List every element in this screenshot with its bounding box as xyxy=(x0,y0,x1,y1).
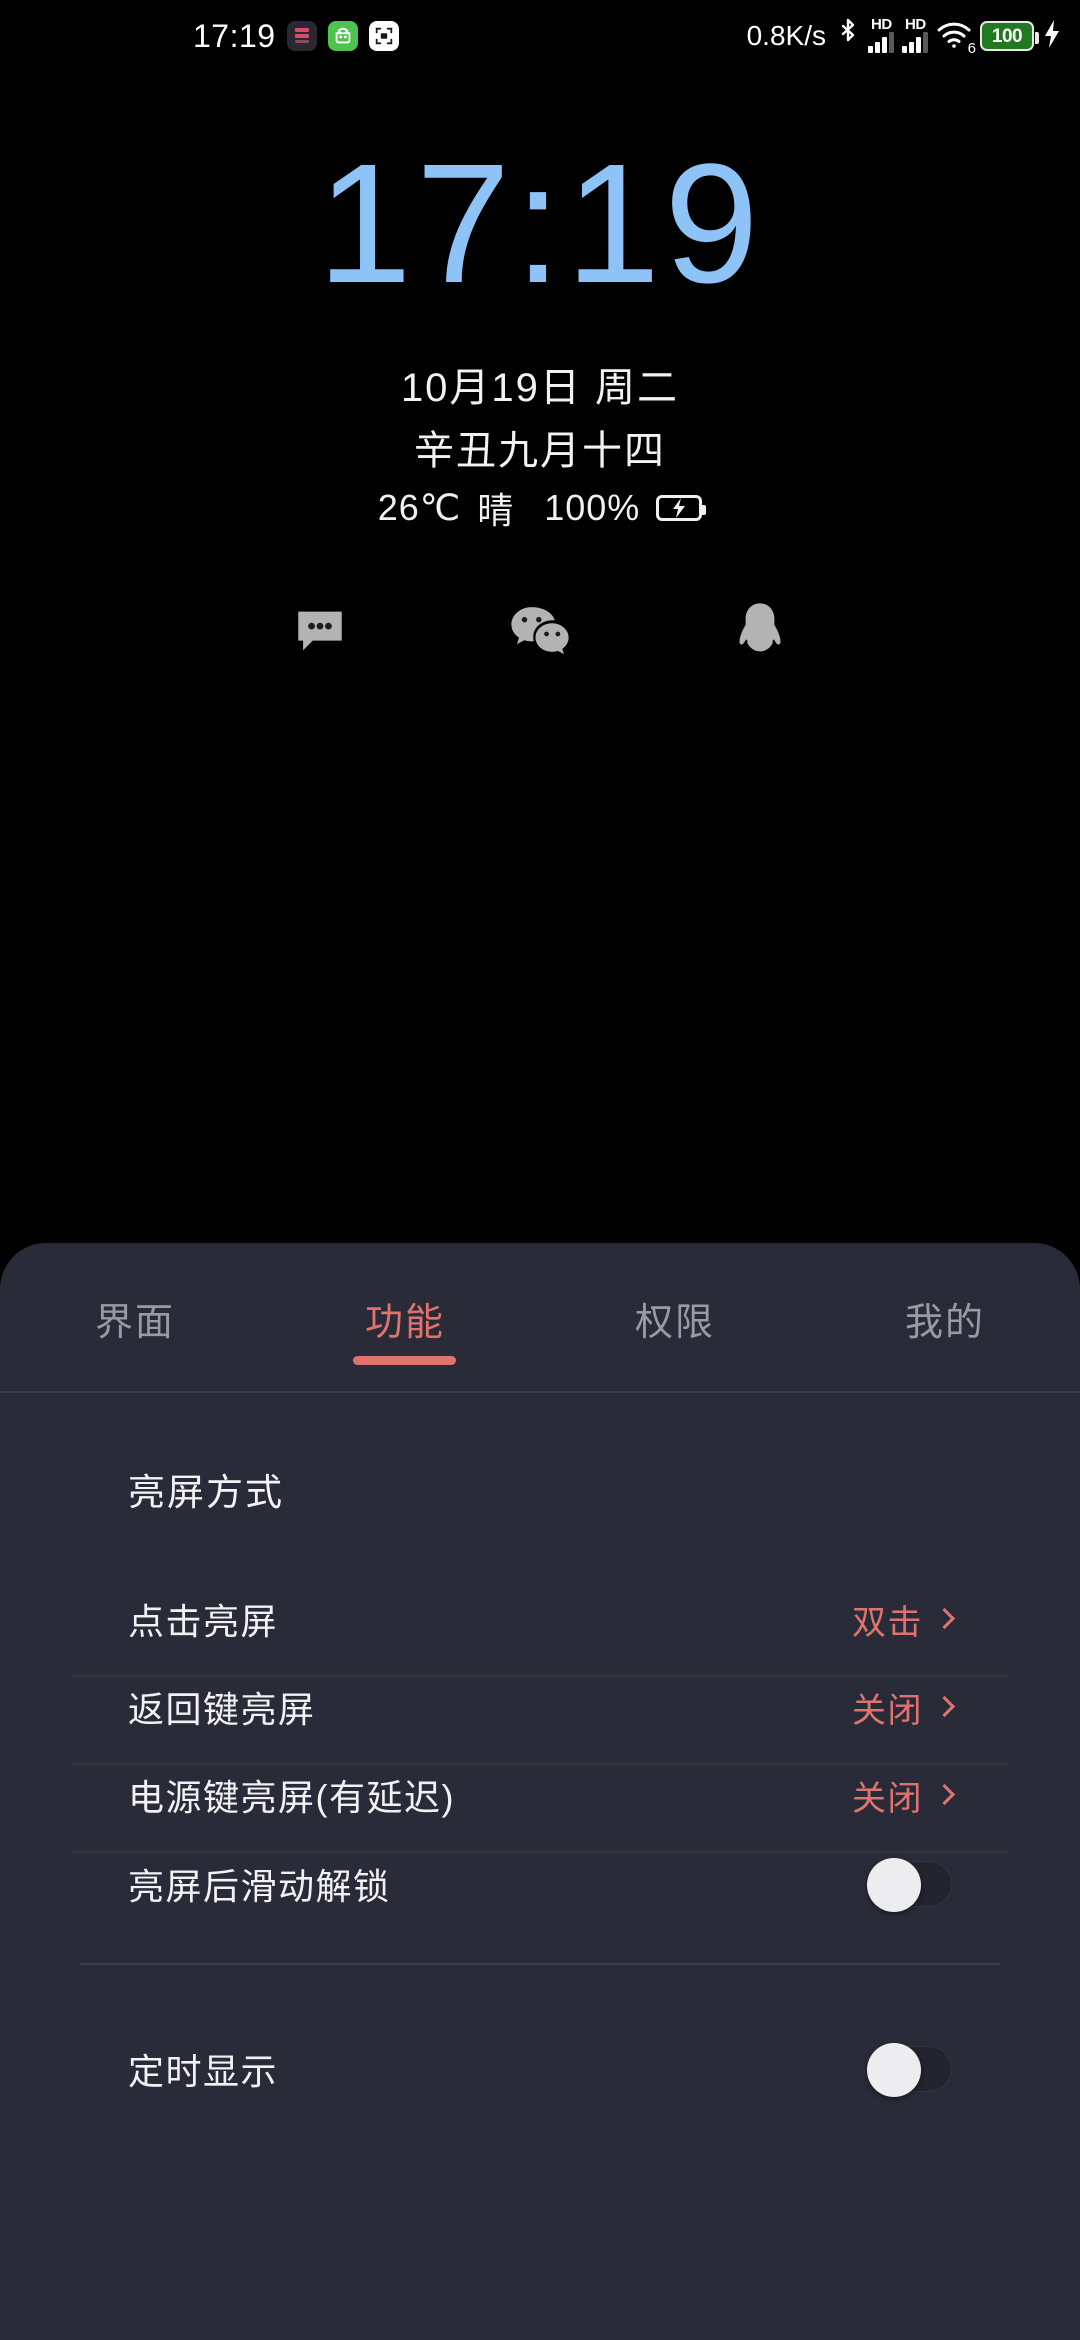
scanner-frame-icon xyxy=(368,21,399,51)
tab-mine[interactable]: 我的 xyxy=(810,1243,1080,1346)
row-divider xyxy=(72,1763,1008,1765)
charging-bolt-icon xyxy=(1042,18,1062,55)
tab-interface[interactable]: 界面 xyxy=(0,1243,270,1346)
weather-temperature: 26℃ xyxy=(377,487,462,528)
status-bar-right-cluster: 0.8K/s HD HD 6 100 xyxy=(747,0,1062,72)
row-value-text: 双击 xyxy=(852,1603,923,1642)
sim2-signal-icon: HD xyxy=(902,16,928,53)
toggle-knob xyxy=(867,2043,921,2097)
chevron-right-icon xyxy=(933,1607,956,1629)
wechat-icon[interactable] xyxy=(504,595,576,667)
row-label: 亮屏后滑动解锁 xyxy=(128,1866,391,1907)
battery-icon: 100 xyxy=(980,21,1039,51)
lockscreen-clock: 17:19 xyxy=(317,129,763,319)
row-value[interactable]: 双击 xyxy=(852,1595,956,1644)
tab-permissions[interactable]: 权限 xyxy=(540,1243,810,1346)
setting-row-4[interactable]: 亮屏后滑动解锁 xyxy=(0,1818,1080,1950)
row-value[interactable]: 关闭 xyxy=(852,1771,956,1820)
chevron-right-icon xyxy=(933,1695,956,1717)
android-robot-icon xyxy=(327,21,358,51)
row-label: 返回键亮屏 xyxy=(128,1689,316,1730)
lockscreen-lunar-date: 辛丑九月十四 xyxy=(414,429,666,473)
sim2-hd-label: HD xyxy=(905,16,926,33)
sim1-hd-label: HD xyxy=(871,16,892,33)
row-value-text: 关闭 xyxy=(852,1691,923,1730)
row-divider xyxy=(72,1851,1008,1853)
row-label: 电源键亮屏(有延迟) xyxy=(128,1777,455,1818)
toggle-switch[interactable] xyxy=(867,2043,952,2097)
battery-percent-label: 100 xyxy=(991,25,1023,47)
row-value-text: 关闭 xyxy=(852,1779,923,1818)
tab-bar-divider xyxy=(0,1391,1080,1393)
row-divider xyxy=(72,1675,1008,1677)
network-speed-text: 0.8K/s xyxy=(746,20,826,51)
lockscreen-weather-battery-line: 26℃ 晴 100% xyxy=(0,482,1080,534)
row-value[interactable]: 关闭 xyxy=(852,1683,956,1732)
toggle-switch[interactable] xyxy=(867,1858,952,1912)
bluetooth-icon xyxy=(836,17,860,56)
weather-description: 晴 xyxy=(477,490,515,531)
active-tab-indicator xyxy=(353,1356,456,1365)
toggle-knob xyxy=(867,1858,921,1912)
row-divider xyxy=(80,1963,1000,1965)
status-bar-left-cluster: 17:19 xyxy=(193,0,399,72)
widget-clock-icon xyxy=(286,21,317,51)
section-title-screen-wake-method: 亮屏方式 xyxy=(128,1472,284,1513)
setting-row-5[interactable]: 定时显示 xyxy=(0,2003,1080,2135)
sim1-signal-icon: HD xyxy=(868,16,894,53)
row-label: 定时显示 xyxy=(128,2051,279,2092)
status-bar: 17:19 0.8K/s HD HD 6 100 xyxy=(0,0,1080,72)
lockscreen-battery-charging-icon xyxy=(656,495,707,521)
chevron-right-icon xyxy=(933,1783,956,1805)
lockscreen-battery-text: 100% xyxy=(544,487,641,528)
lockscreen-date: 10月19日 周二 xyxy=(400,366,680,410)
wifi-generation-label: 6 xyxy=(967,39,976,57)
sms-icon[interactable] xyxy=(284,595,356,667)
tab-function[interactable]: 功能 xyxy=(270,1243,540,1346)
tab-bar: 界面 功能 权限 我的 xyxy=(0,1243,1080,1393)
lockscreen-shortcut-row xyxy=(0,595,1080,667)
qq-icon[interactable] xyxy=(724,595,796,667)
status-bar-clock: 17:19 xyxy=(193,18,276,54)
wifi-icon: 6 xyxy=(936,19,976,56)
row-label: 点击亮屏 xyxy=(128,1601,279,1642)
lock-screen-with-settings-panel: 17:19 0.8K/s HD HD 6 100 17:19 10月19日 周二… xyxy=(0,0,1080,2340)
